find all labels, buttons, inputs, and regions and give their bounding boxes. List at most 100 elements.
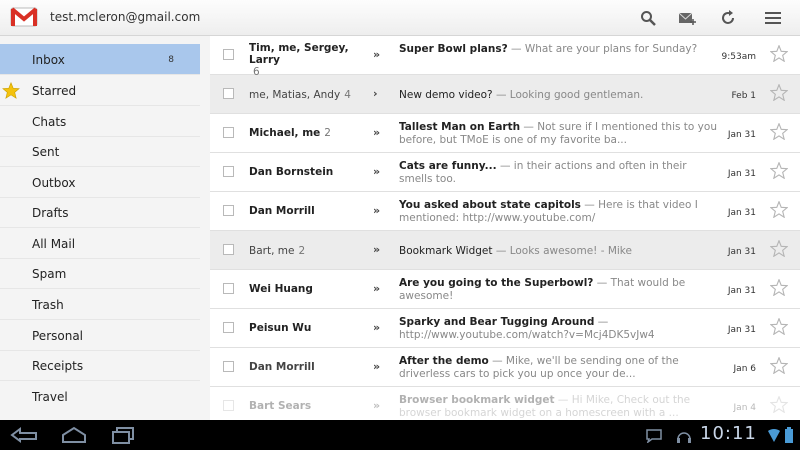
conversation-row[interactable]: Wei Huang » Are you going to the Superbo… (210, 270, 800, 309)
message-preview: New demo video? — Looking good gentleman… (399, 89, 719, 102)
snippet: — What are your plans for Sunday? (507, 43, 698, 55)
star-outline-icon[interactable] (769, 317, 789, 339)
star-outline-icon[interactable] (769, 83, 789, 105)
thread-count: 2 (298, 245, 306, 257)
sidebar-item-drafts[interactable]: Drafts (0, 197, 200, 228)
star-outline-icon[interactable] (769, 161, 789, 183)
search-icon[interactable] (637, 7, 659, 29)
sender-names: Dan Morrill (249, 361, 315, 373)
subject: After the demo (399, 355, 489, 367)
chevron-icon: › (373, 87, 378, 100)
select-checkbox[interactable] (223, 205, 234, 216)
select-checkbox[interactable] (223, 49, 234, 60)
star-outline-icon[interactable] (769, 239, 789, 261)
double-chevron-icon: » (373, 126, 381, 139)
sidebar-item-label: All Mail (32, 237, 76, 251)
sender-cell: Tim, me, Sergey, Larry 6 (249, 42, 369, 78)
sidebar-item-receipts[interactable]: Receipts (0, 350, 200, 381)
select-checkbox[interactable] (223, 361, 234, 372)
compose-icon[interactable] (676, 7, 698, 29)
sidebar-item-sent[interactable]: Sent (0, 136, 200, 167)
sidebar-item-spam[interactable]: Spam (0, 258, 200, 289)
snippet: — Looking good gentleman. (492, 89, 644, 101)
select-checkbox[interactable] (223, 400, 234, 411)
select-checkbox[interactable] (223, 322, 234, 333)
home-icon[interactable] (60, 426, 88, 448)
sidebar-item-label: Receipts (32, 359, 84, 373)
sender-cell: Dan Morrill (249, 361, 369, 373)
message-date: Jan 31 (727, 130, 756, 140)
account-email[interactable]: test.mcleron@gmail.com (50, 10, 200, 24)
sidebar-item-label: Inbox (32, 53, 65, 67)
conversation-list: Tim, me, Sergey, Larry 6 » Super Bowl pla… (210, 36, 800, 420)
sidebar-item-trash[interactable]: Trash (0, 289, 200, 320)
double-chevron-icon: » (373, 282, 381, 295)
select-checkbox[interactable] (223, 88, 234, 99)
recent-apps-icon[interactable] (110, 426, 136, 448)
message-preview: Tallest Man on Earth — Not sure if I men… (399, 121, 719, 147)
conversation-row[interactable]: me, Matias, Andy 4 › New demo video? — Lo… (210, 75, 800, 114)
double-chevron-icon: » (373, 399, 381, 412)
double-chevron-icon: » (373, 321, 381, 334)
conversation-row[interactable]: Peisun Wu » Sparky and Bear Tugging Arou… (210, 309, 800, 348)
message-date: Jan 6 (733, 364, 756, 374)
sender-cell: Michael, me 2 (249, 127, 369, 139)
sidebar-item-personal[interactable]: Personal (0, 320, 200, 351)
back-icon[interactable] (10, 426, 40, 448)
message-preview: Are you going to the Superbowl? — That w… (399, 277, 719, 303)
subject: Sparky and Bear Tugging Around (399, 316, 595, 328)
select-checkbox[interactable] (223, 283, 234, 294)
star-outline-icon[interactable] (769, 44, 789, 66)
gmail-logo-icon[interactable] (10, 6, 40, 28)
subject: Super Bowl plans? (399, 43, 508, 55)
double-chevron-icon: » (373, 48, 381, 61)
refresh-icon[interactable] (717, 7, 739, 29)
message-date: Jan 31 (727, 247, 756, 257)
conversation-row[interactable]: Bart Sears » Browser bookmark widget — H… (210, 387, 800, 420)
sidebar-item-starred[interactable]: Starred (0, 75, 200, 106)
sidebar-item-label: Personal (32, 329, 84, 343)
message-preview: Browser bookmark widget — Hi Mike, Check… (399, 394, 719, 420)
sidebar-item-all-mail[interactable]: All Mail (0, 228, 200, 259)
battery-icon (784, 427, 794, 447)
menu-icon[interactable] (762, 7, 784, 29)
subject: You asked about state capitols (399, 199, 581, 211)
sender-names: Bart, me (249, 245, 295, 257)
sender-names: Michael, me (249, 127, 321, 139)
double-chevron-icon: » (373, 360, 381, 373)
star-outline-icon[interactable] (769, 200, 789, 222)
select-checkbox[interactable] (223, 127, 234, 138)
conversation-row[interactable]: Michael, me 2 » Tallest Man on Earth — No… (210, 114, 800, 153)
select-checkbox[interactable] (223, 244, 234, 255)
star-outline-icon[interactable] (769, 122, 789, 144)
conversation-row[interactable]: Bart, me 2 » Bookmark Widget — Looks awes… (210, 231, 800, 270)
star-outline-icon[interactable] (769, 278, 789, 300)
sidebar-item-outbox[interactable]: Outbox (0, 167, 200, 198)
message-date: Jan 31 (727, 169, 756, 179)
action-bar: test.mcleron@gmail.com (0, 0, 800, 36)
conversation-row[interactable]: Dan Bornstein » Cats are funny... — in t… (210, 153, 800, 192)
conversation-row[interactable]: Dan Morrill » You asked about state capi… (210, 192, 800, 231)
double-chevron-icon: » (373, 204, 381, 217)
chat-notification-icon[interactable] (646, 428, 662, 447)
star-outline-icon[interactable] (769, 356, 789, 378)
sidebar-item-chats[interactable]: Chats (0, 106, 200, 137)
double-chevron-icon: » (373, 165, 381, 178)
sender-cell: me, Matias, Andy 4 (249, 89, 369, 101)
star-outline-icon[interactable] (769, 395, 789, 417)
sidebar-item-label: Travel (32, 390, 68, 404)
message-date: 9:53am (721, 52, 757, 62)
sidebar-item-travel[interactable]: Travel (0, 381, 200, 412)
unread-count: 8 (168, 55, 174, 65)
message-preview: Bookmark Widget — Looks awesome! - Mike (399, 245, 719, 258)
sidebar-item-inbox[interactable]: Inbox 8 (0, 44, 200, 75)
select-checkbox[interactable] (223, 166, 234, 177)
sender-names: Wei Huang (249, 283, 313, 295)
headset-icon (676, 428, 692, 447)
subject: New demo video? (399, 89, 493, 101)
sender-cell: Wei Huang (249, 283, 369, 295)
sender-names: Tim, me, Sergey, Larry (249, 42, 349, 66)
message-date: Jan 31 (727, 325, 756, 335)
conversation-row[interactable]: Dan Morrill » After the demo — Mike, we'… (210, 348, 800, 387)
conversation-row[interactable]: Tim, me, Sergey, Larry 6 » Super Bowl pla… (210, 36, 800, 78)
